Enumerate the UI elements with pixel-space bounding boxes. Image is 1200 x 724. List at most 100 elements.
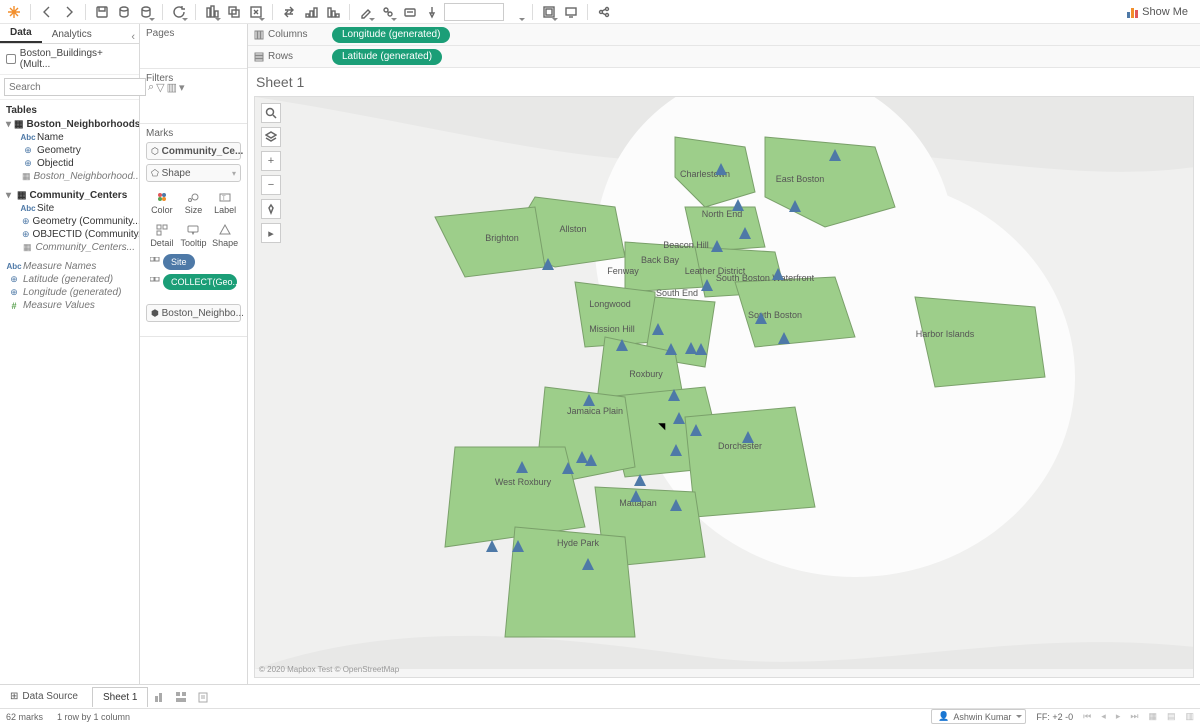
- community-center-marker[interactable]: [562, 462, 574, 474]
- pin-button[interactable]: [422, 2, 442, 22]
- community-center-marker[interactable]: [542, 258, 554, 270]
- community-center-marker[interactable]: [512, 540, 524, 552]
- tableau-logo-icon[interactable]: [4, 2, 24, 22]
- field-boston-neighborhood[interactable]: ▦Boston_Neighborhood...: [0, 170, 139, 183]
- connection-row[interactable]: Boston_Buildings+ (Mult...: [0, 44, 139, 75]
- map-more-button[interactable]: ▸: [261, 223, 281, 243]
- nav-first-icon[interactable]: ⏮: [1083, 711, 1091, 722]
- rows-shelf[interactable]: Rows Latitude (generated): [248, 46, 1200, 68]
- pause-updates-button[interactable]: [136, 2, 156, 22]
- community-center-marker[interactable]: [685, 342, 697, 354]
- back-button[interactable]: [37, 2, 57, 22]
- marks-pill-collect[interactable]: COLLECT(Geo...: [146, 272, 241, 292]
- collapse-pane-icon[interactable]: ‹: [127, 31, 139, 43]
- community-center-marker[interactable]: [739, 227, 751, 239]
- community-center-marker[interactable]: [486, 540, 498, 552]
- table-community-centers[interactable]: ▾▦Community_Centers: [0, 189, 139, 202]
- field-latitude[interactable]: ⊕Latitude (generated): [0, 273, 139, 286]
- community-center-marker[interactable]: [583, 394, 595, 406]
- user-menu[interactable]: 👤 Ashwin Kumar: [931, 709, 1026, 724]
- marks-color-button[interactable]: Color: [146, 186, 178, 219]
- nav-last-icon[interactable]: ⏭: [1130, 711, 1138, 722]
- new-dashboard-button[interactable]: [170, 687, 192, 707]
- marks-shape-button[interactable]: Shape: [209, 219, 241, 252]
- map-zoom-in-button[interactable]: +: [261, 151, 281, 171]
- new-sheet-button[interactable]: [202, 2, 222, 22]
- label-toggle-button[interactable]: [400, 2, 420, 22]
- community-center-marker[interactable]: [695, 343, 707, 355]
- highlight-button[interactable]: [356, 2, 376, 22]
- community-center-marker[interactable]: [778, 332, 790, 344]
- community-center-marker[interactable]: [715, 163, 727, 175]
- community-center-marker[interactable]: [652, 323, 664, 335]
- columns-shelf[interactable]: Columns Longitude (generated): [248, 24, 1200, 46]
- community-center-marker[interactable]: [690, 424, 702, 436]
- sheet-1-tab[interactable]: Sheet 1: [92, 687, 148, 707]
- marks-detail-button[interactable]: Detail: [146, 219, 178, 252]
- rows-pill[interactable]: Latitude (generated): [332, 49, 442, 65]
- fit-button[interactable]: [539, 2, 559, 22]
- field-measure-values[interactable]: #Measure Values: [0, 299, 139, 312]
- table-boston-neighborhoods[interactable]: ▾▦Boston_Neighborhoods: [0, 118, 139, 131]
- community-center-marker[interactable]: [630, 490, 642, 502]
- view-grid-icon[interactable]: ▥: [1185, 711, 1194, 722]
- community-center-marker[interactable]: [772, 268, 784, 280]
- map-zoom-out-button[interactable]: −: [261, 175, 281, 195]
- community-center-marker[interactable]: [670, 499, 682, 511]
- community-center-marker[interactable]: [732, 199, 744, 211]
- community-center-marker[interactable]: [616, 339, 628, 351]
- filters-shelf[interactable]: Filters: [140, 69, 247, 124]
- community-center-marker[interactable]: [582, 558, 594, 570]
- community-center-marker[interactable]: [742, 431, 754, 443]
- search-dropdown[interactable]: [506, 2, 526, 22]
- community-center-marker[interactable]: [585, 454, 597, 466]
- community-center-marker[interactable]: [670, 444, 682, 456]
- field-measure-names[interactable]: AbcMeasure Names: [0, 260, 139, 273]
- marks-context-layer[interactable]: ⬢ Boston_Neighbo...: [146, 304, 241, 322]
- new-worksheet-button[interactable]: [148, 687, 170, 707]
- marks-size-button[interactable]: Size: [178, 186, 210, 219]
- map-layers-button[interactable]: [261, 127, 281, 147]
- community-center-marker[interactable]: [701, 279, 713, 291]
- data-source-tab[interactable]: ⊞Data Source: [0, 691, 88, 702]
- marks-tooltip-button[interactable]: Tooltip: [178, 219, 210, 252]
- nav-prev-icon[interactable]: ◂: [1101, 711, 1106, 722]
- marks-type-selector[interactable]: ⬠ Shape▾: [146, 164, 241, 182]
- marks-layer-selector[interactable]: ⬡ Community_Ce...: [146, 142, 241, 160]
- field-objectid[interactable]: ⊕Objectid: [0, 157, 139, 170]
- map-search-button[interactable]: [261, 103, 281, 123]
- sort-asc-button[interactable]: [301, 2, 321, 22]
- sheet-title[interactable]: Sheet 1: [256, 74, 304, 90]
- clear-button[interactable]: [246, 2, 266, 22]
- community-center-marker[interactable]: [516, 461, 528, 473]
- tab-data[interactable]: Data: [0, 24, 42, 43]
- community-center-marker[interactable]: [755, 312, 767, 324]
- view-filmstrip-icon[interactable]: ▤: [1167, 711, 1176, 722]
- sort-desc-button[interactable]: [323, 2, 343, 22]
- pages-shelf[interactable]: Pages: [140, 24, 247, 69]
- new-story-button[interactable]: [192, 687, 214, 707]
- tab-analytics[interactable]: Analytics: [42, 26, 102, 43]
- view-tabs-icon[interactable]: ▦: [1148, 711, 1157, 722]
- community-center-marker[interactable]: [829, 149, 841, 161]
- field-geometry[interactable]: ⊕Geometry: [0, 144, 139, 157]
- marks-label-button[interactable]: TLabel: [209, 186, 241, 219]
- community-center-marker[interactable]: [665, 343, 677, 355]
- field-objectid-cc[interactable]: ⊕OBJECTID (Community...: [0, 228, 139, 241]
- field-geometry-cc[interactable]: ⊕Geometry (Community...: [0, 215, 139, 228]
- field-longitude[interactable]: ⊕Longitude (generated): [0, 286, 139, 299]
- field-site[interactable]: AbcSite: [0, 202, 139, 215]
- presentation-button[interactable]: [561, 2, 581, 22]
- columns-pill[interactable]: Longitude (generated): [332, 27, 450, 43]
- swap-button[interactable]: [279, 2, 299, 22]
- community-center-marker[interactable]: [576, 451, 588, 463]
- forward-button[interactable]: [59, 2, 79, 22]
- show-me-button[interactable]: Show Me: [1119, 2, 1196, 22]
- map-area[interactable]: CharlestownEast BostonNorth EndAllstonBr…: [254, 96, 1194, 678]
- community-center-marker[interactable]: [673, 412, 685, 424]
- new-datasource-button[interactable]: [114, 2, 134, 22]
- refresh-button[interactable]: [169, 2, 189, 22]
- map-home-button[interactable]: [261, 199, 281, 219]
- field-name[interactable]: AbcName: [0, 131, 139, 144]
- save-button[interactable]: [92, 2, 112, 22]
